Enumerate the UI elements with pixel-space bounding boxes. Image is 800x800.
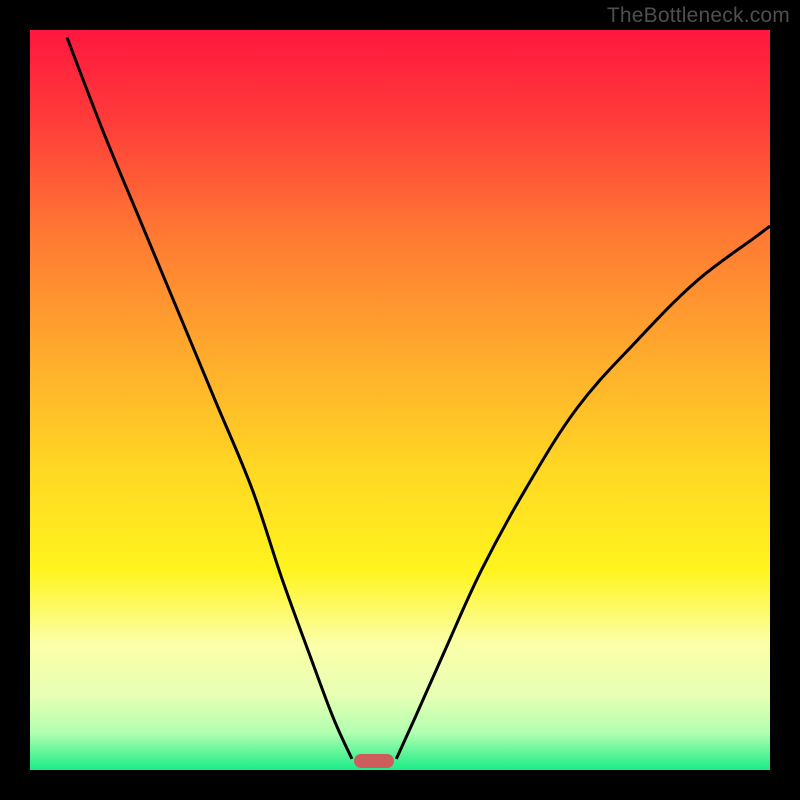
left-curve-path [67,37,352,759]
plot-area [30,30,770,770]
right-curve-path [396,226,770,759]
watermark-text: TheBottleneck.com [607,4,790,28]
curve-layer [30,30,770,770]
bottleneck-marker [354,754,394,768]
chart-frame: TheBottleneck.com [0,0,800,800]
